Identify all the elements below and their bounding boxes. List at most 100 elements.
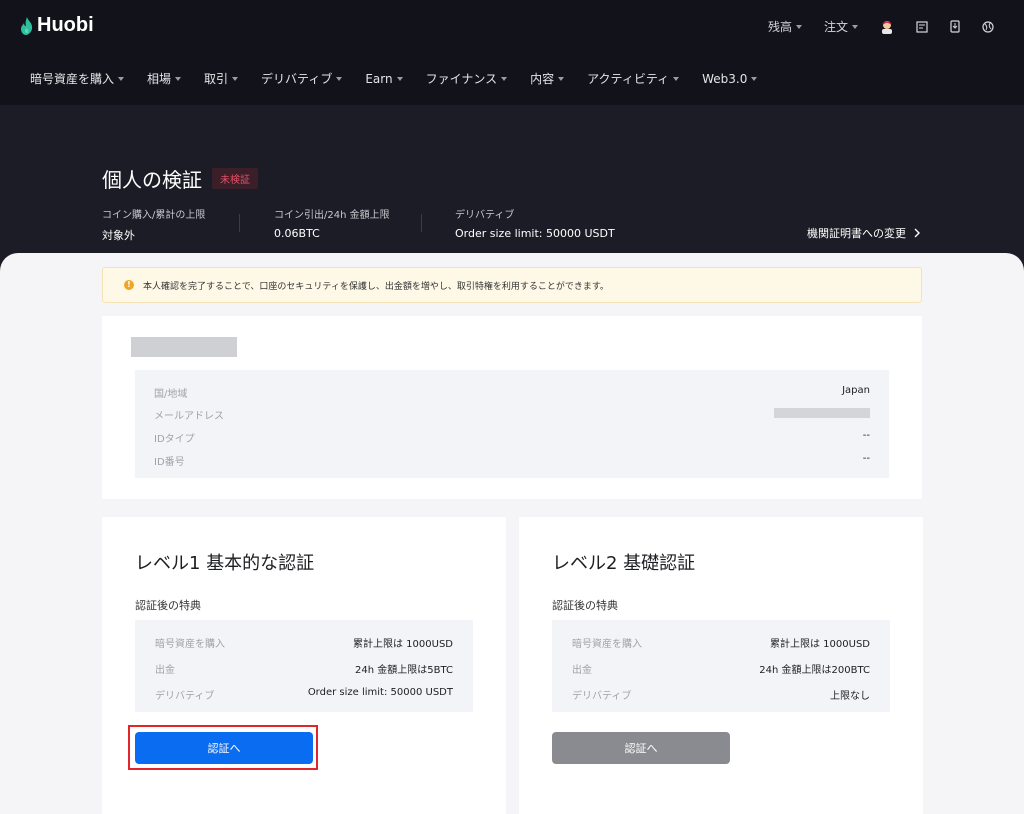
brand-name: Huobi — [37, 14, 94, 36]
benefit-value: 24h 金額上限は5BTC — [355, 665, 453, 676]
stat-value: 0.06BTC — [274, 227, 320, 240]
language-button[interactable] — [982, 20, 994, 33]
nav-item-markets[interactable]: 相場 — [147, 70, 182, 87]
flame-icon — [21, 16, 33, 35]
benefit-value: 累計上限は 1000USD — [770, 639, 870, 650]
level-title: レベル2 基礎認証 — [552, 553, 696, 574]
info-row-id-type: IDタイプ -- — [154, 430, 870, 445]
nav-item-derivatives[interactable]: デリバティブ — [261, 70, 343, 87]
notice-text: 本人確認を完了することで、口座のセキュリティを保護し、出金額を増やし、取引特権を… — [143, 281, 609, 292]
divider — [421, 214, 422, 232]
info-value: Japan — [842, 385, 870, 396]
personal-info-card: 国/地域 Japan メールアドレス IDタイプ -- ID番号 -- — [102, 316, 922, 499]
stat-label: コイン引出/24h 金額上限 — [274, 210, 390, 221]
benefit-value: Order size limit: 50000 USDT — [307, 687, 453, 698]
stat-withdraw-limit: コイン引出/24h 金額上限 0.06BTC — [274, 206, 390, 240]
user-avatar-icon — [882, 20, 892, 34]
info-label: 国/地域 — [154, 389, 188, 400]
benefit-row: 暗号資産を購入 累計上限は 1000USD — [155, 635, 453, 650]
page-title: 個人の検証 未検証 — [102, 164, 258, 193]
nav-label: 暗号資産を購入 — [30, 72, 115, 86]
nav-item-content[interactable]: 内容 — [530, 70, 565, 87]
balance-label: 残高 — [767, 20, 792, 34]
nav-label: 相場 — [147, 72, 172, 86]
level2-card: レベル2 基礎認証 認証後の特典 暗号資産を購入 累計上限は 1000USD 出… — [519, 517, 923, 814]
stat-label: デリバティブ — [455, 210, 515, 221]
chevron-down-icon — [175, 76, 182, 81]
chevron-down-icon — [232, 76, 239, 81]
benefits-heading: 認証後の特典 — [135, 599, 201, 612]
info-row-id-number: ID番号 -- — [154, 453, 870, 468]
nav-label: Web3.0 — [702, 71, 748, 86]
mobile-download-icon — [950, 20, 960, 33]
status-badge: 未検証 — [212, 168, 258, 189]
orders-menu[interactable]: 注文 — [824, 18, 858, 35]
stat-derivatives: デリバティブ Order size limit: 50000 USDT — [455, 206, 615, 240]
benefit-row: 暗号資産を購入 累計上限は 1000USD — [572, 635, 870, 650]
chevron-down-icon — [673, 76, 680, 81]
nav-label: 取引 — [204, 72, 229, 86]
document-icon — [916, 20, 928, 33]
info-row-email: メールアドレス — [154, 407, 870, 422]
info-label: IDタイプ — [154, 434, 195, 445]
benefit-value: 24h 金額上限は200BTC — [759, 665, 870, 676]
benefit-label: 出金 — [155, 665, 175, 676]
masked-user-name — [131, 337, 237, 357]
top-navigation: Huobi 残高 注文 暗号資産を購入 相場 取引 デリバティブ Earn ファ… — [0, 0, 1024, 105]
benefit-value: 上限なし — [830, 691, 870, 702]
download-app-button[interactable] — [950, 20, 960, 33]
globe-icon — [982, 20, 994, 33]
benefit-row: デリバティブ 上限なし — [572, 687, 870, 702]
change-to-institution-link[interactable]: 機関証明書への変更 — [807, 225, 922, 241]
nav-label: アクティビティ — [587, 72, 670, 86]
level2-verify-button[interactable]: 認証へ — [552, 732, 730, 764]
masked-email — [774, 408, 870, 418]
change-link-text: 機関証明書への変更 — [807, 227, 906, 240]
nav-item-trade[interactable]: 取引 — [204, 70, 239, 87]
chevron-down-icon — [558, 76, 565, 81]
main-nav: 暗号資産を購入 相場 取引 デリバティブ Earn ファイナンス 内容 アクティ… — [30, 70, 780, 87]
personal-info-table: 国/地域 Japan メールアドレス IDタイプ -- ID番号 -- — [135, 370, 889, 478]
benefits-table: 暗号資産を購入 累計上限は 1000USD 出金 24h 金額上限は200BTC… — [552, 620, 890, 712]
chevron-down-icon — [852, 24, 858, 29]
nav-item-web3[interactable]: Web3.0 — [702, 70, 758, 87]
info-value: -- — [862, 453, 870, 464]
benefit-label: デリバティブ — [572, 691, 632, 702]
info-label: メールアドレス — [154, 411, 224, 422]
chevron-down-icon — [795, 24, 802, 29]
info-label: ID番号 — [154, 457, 185, 468]
stat-buy-limit: コイン購入/累計の上限 対象外 — [102, 206, 205, 243]
divider — [239, 214, 240, 232]
nav-item-activity[interactable]: アクティビティ — [587, 70, 680, 87]
chevron-down-icon — [336, 76, 343, 81]
nav-item-earn[interactable]: Earn — [365, 70, 403, 87]
page-title-text: 個人の検証 — [102, 168, 202, 192]
benefit-label: 出金 — [572, 665, 592, 676]
balance-menu[interactable]: 残高 — [768, 18, 802, 35]
benefit-row: 出金 24h 金額上限は200BTC — [572, 661, 870, 676]
stat-value: 対象外 — [102, 229, 135, 242]
benefit-label: 暗号資産を購入 — [572, 639, 642, 650]
chevron-down-icon — [501, 76, 508, 81]
nav-item-finance[interactable]: ファイナンス — [426, 70, 508, 87]
benefits-table: 暗号資産を購入 累計上限は 1000USD 出金 24h 金額上限は5BTC デ… — [135, 620, 473, 712]
orders-label: 注文 — [823, 20, 848, 34]
notifications-button[interactable] — [916, 20, 928, 33]
nav-label: Earn — [365, 71, 393, 86]
level-title: レベル1 基本的な認証 — [135, 553, 315, 574]
benefit-row: 出金 24h 金額上限は5BTC — [155, 661, 453, 676]
nav-item-buy-crypto[interactable]: 暗号資産を購入 — [30, 70, 125, 87]
chevron-down-icon — [396, 76, 403, 81]
benefit-label: デリバティブ — [155, 691, 215, 702]
info-value: -- — [862, 430, 870, 441]
info-row-country: 国/地域 Japan — [154, 385, 870, 400]
highlight-box — [128, 725, 318, 770]
top-right-menu: 残高 注文 — [746, 18, 994, 35]
chevron-down-icon — [751, 76, 758, 81]
avatar[interactable] — [880, 20, 894, 34]
benefits-heading: 認証後の特典 — [552, 599, 618, 612]
benefit-label: 暗号資産を購入 — [155, 639, 225, 650]
huobi-logo[interactable]: Huobi — [20, 14, 94, 37]
warning-icon: ! — [124, 280, 134, 290]
nav-label: 内容 — [530, 72, 555, 86]
